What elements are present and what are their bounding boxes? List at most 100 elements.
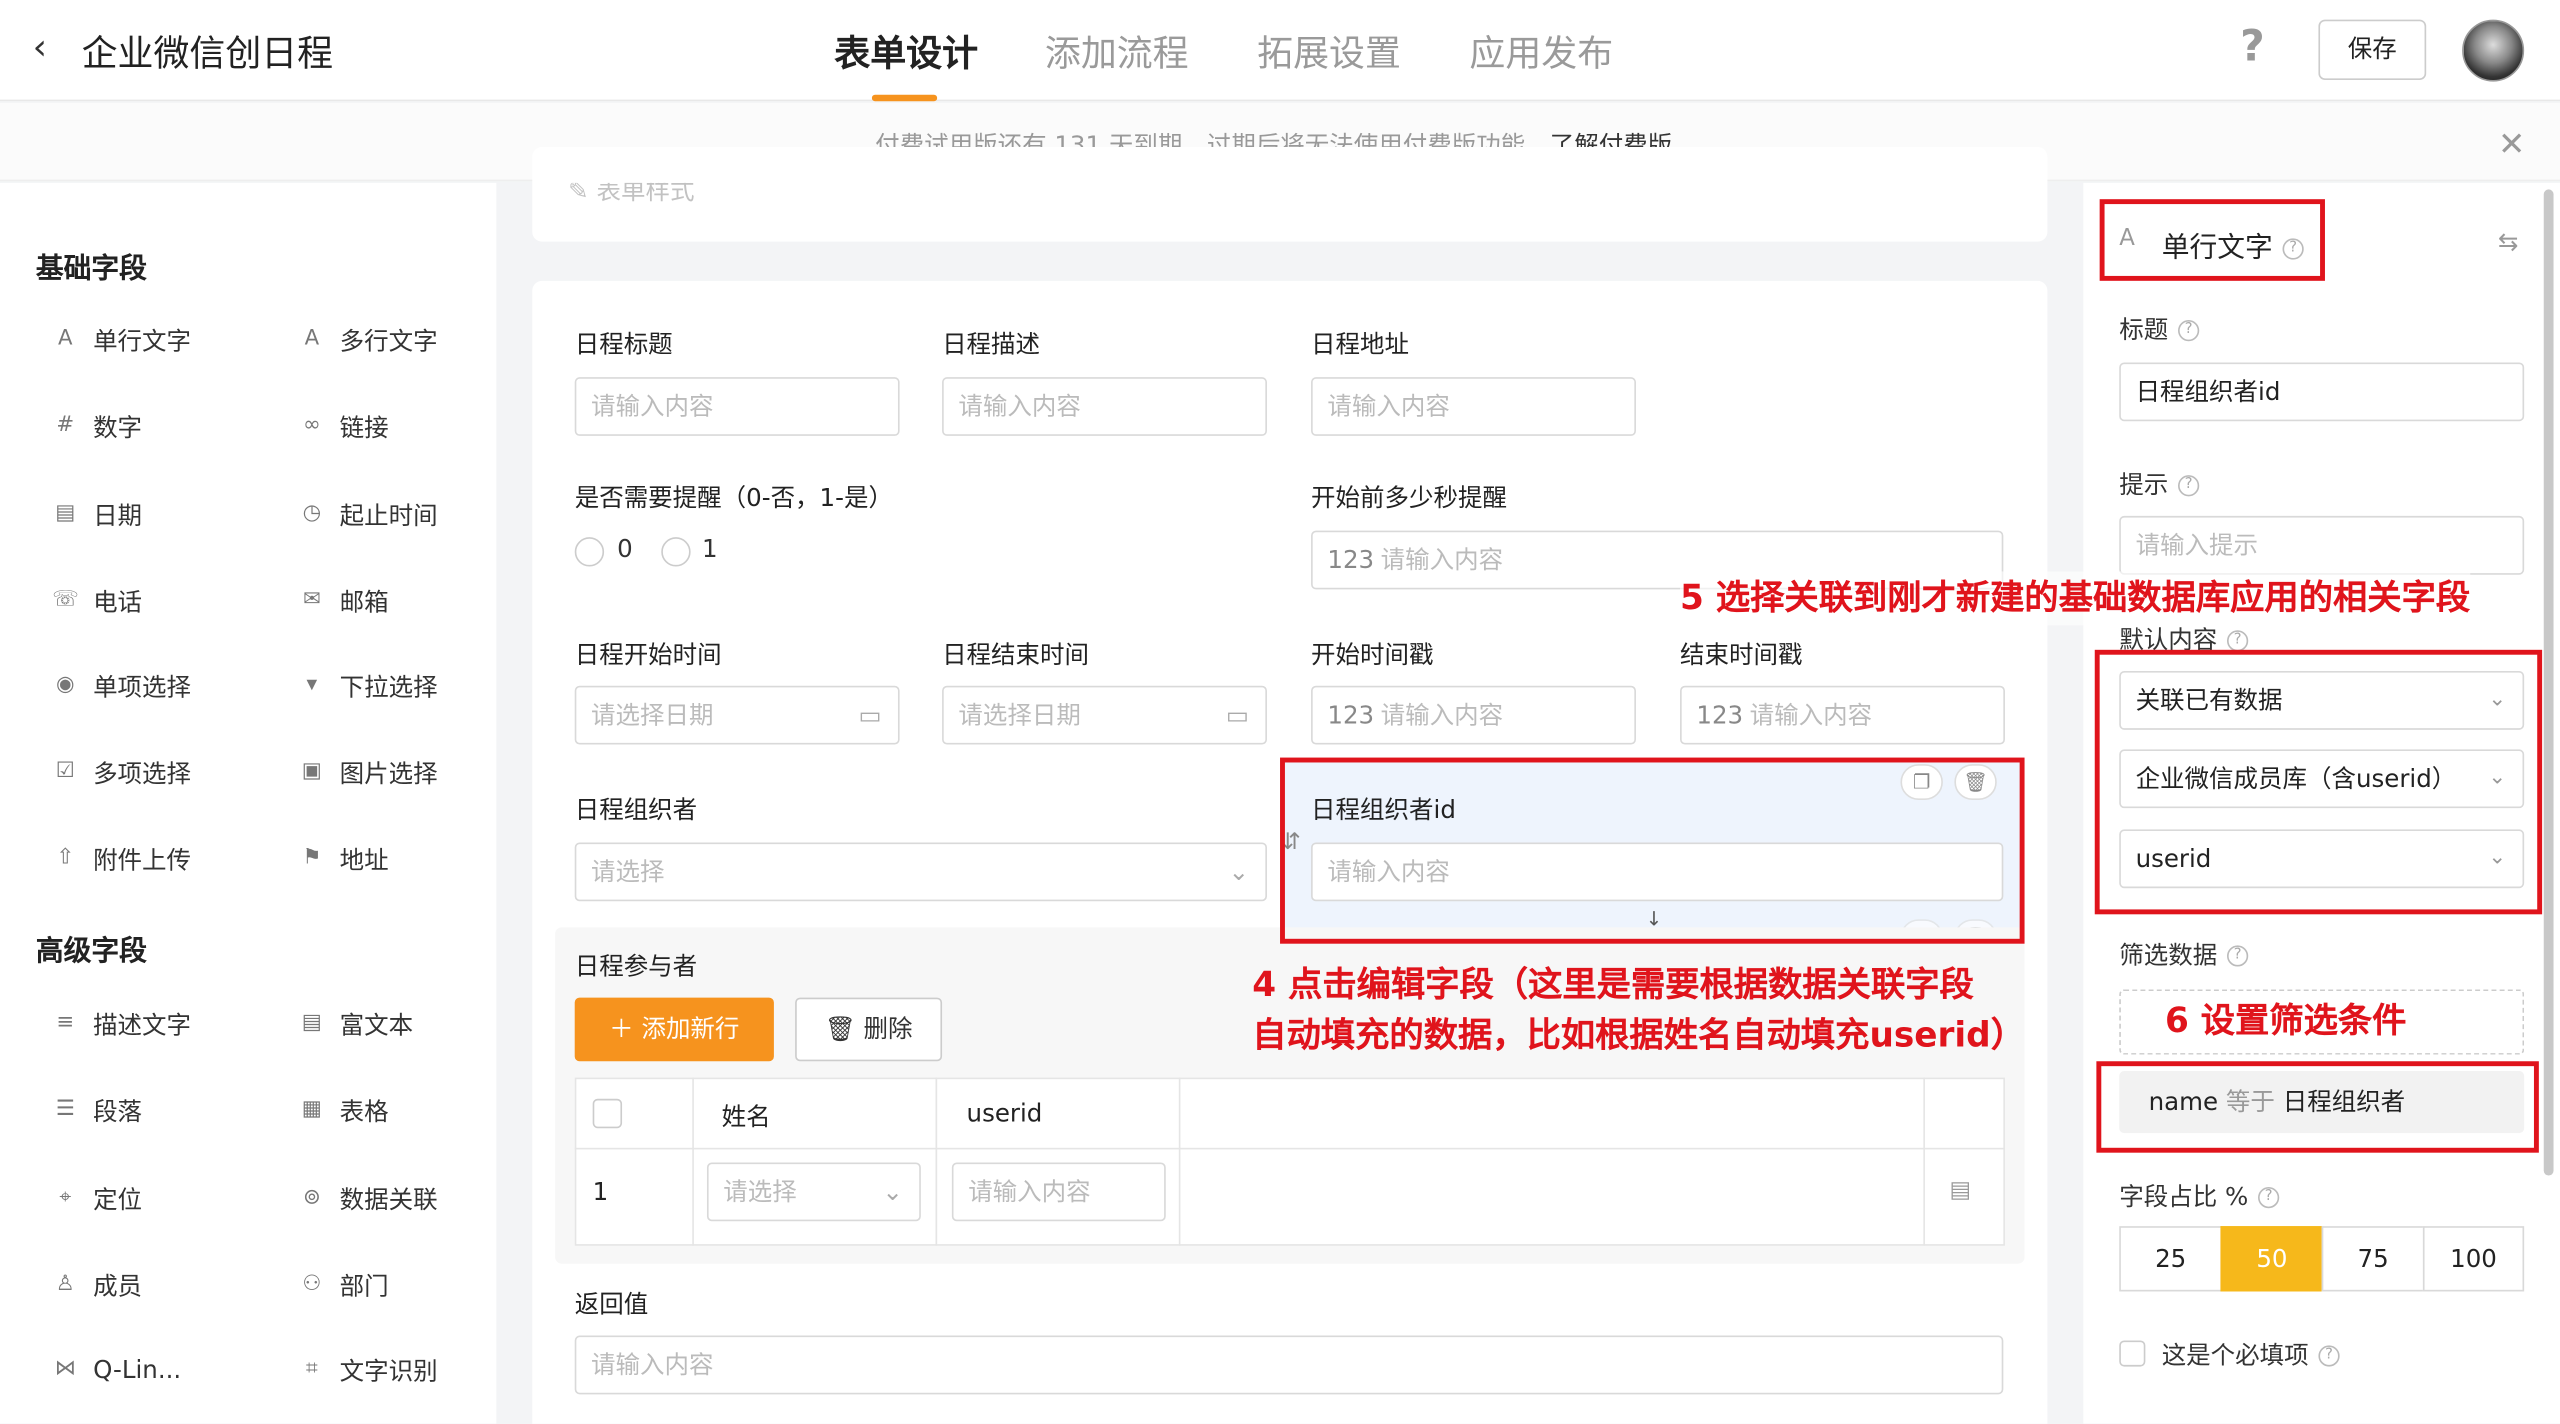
- palette-item-label: 图片选择: [339, 758, 438, 788]
- table-icon: ▦: [301, 1097, 322, 1122]
- annotation-step5: 5 选择关联到刚才新建的基础数据库应用的相关字段: [1680, 571, 2471, 626]
- calendar-icon: ▭: [858, 700, 882, 730]
- field-label-address: 日程地址: [1311, 329, 1410, 360]
- remind-option-1: 1: [702, 533, 718, 564]
- remind-radio-1[interactable]: [661, 537, 691, 567]
- palette-item-number[interactable]: # 数字: [52, 408, 142, 444]
- field-label-participants: 日程参与者: [574, 951, 698, 982]
- palette-item-rich-text[interactable]: ▤ 富文本: [299, 1006, 413, 1042]
- table-divider: [574, 1147, 2005, 1150]
- prop-hint-label: 提示?: [2119, 467, 2200, 501]
- select-all-checkbox[interactable]: [592, 1098, 623, 1129]
- palette-item-link[interactable]: ∞ 链接: [299, 408, 389, 444]
- palette-item-address[interactable]: ⚑ 地址: [299, 841, 389, 877]
- number-icon: 123: [1327, 545, 1375, 575]
- ocr-icon: ⌗: [305, 1356, 318, 1382]
- palette-item-paragraph[interactable]: ☰ 段落: [52, 1092, 142, 1128]
- radio-icon: ◉: [56, 672, 75, 698]
- row-name-select[interactable]: 请选择 ⌄: [706, 1162, 921, 1222]
- start-timestamp-input[interactable]: 123 请输入内容: [1311, 685, 1636, 745]
- save-button[interactable]: 保存: [2318, 19, 2427, 81]
- number-icon: 123: [1696, 700, 1744, 730]
- delete-row-button[interactable]: 🗑 删除: [795, 997, 943, 1062]
- palette-item-table[interactable]: ▦ 表格: [299, 1092, 389, 1128]
- organizer-select[interactable]: 请选择 ⌄: [574, 842, 1267, 902]
- palette-item-member[interactable]: ♙ 成员: [52, 1267, 142, 1303]
- field-label-desc: 日程描述: [942, 329, 1041, 360]
- palette-item-radio[interactable]: ◉ 单项选择: [52, 668, 191, 704]
- row-edit-icon[interactable]: ▤: [1949, 1177, 1971, 1203]
- multi-line-text-icon: A: [304, 326, 320, 352]
- palette-item-label: 附件上传: [93, 844, 192, 875]
- advanced-fields-title: 高级字段: [35, 935, 147, 969]
- return-value-input[interactable]: 请输入内容: [574, 1335, 2004, 1395]
- ratio-25-button[interactable]: 25: [2119, 1226, 2223, 1292]
- ratio-100-button[interactable]: 100: [2422, 1226, 2525, 1292]
- help-circle-icon: ?: [2258, 1186, 2280, 1209]
- palette-item-label: 成员: [93, 1271, 143, 1301]
- active-tab-indicator: [871, 94, 938, 102]
- start-date-picker[interactable]: 请选择日期 ▭: [574, 685, 900, 745]
- title-input[interactable]: 请输入内容: [574, 377, 900, 436]
- palette-item-email[interactable]: ✉ 邮箱: [299, 583, 389, 619]
- tab-form-design[interactable]: 表单设计: [834, 24, 978, 76]
- palette-item-location[interactable]: ⌖ 定位: [52, 1180, 142, 1216]
- palette-item-department[interactable]: ⚇ 部门: [299, 1267, 388, 1303]
- help-icon[interactable]: ?: [2240, 23, 2276, 72]
- palette-item-label: 地址: [339, 844, 389, 875]
- remind-radio-0[interactable]: [574, 537, 605, 567]
- palette-item-upload[interactable]: ⇧ 附件上传: [52, 841, 191, 877]
- prop-filter-text: 筛选数据: [2119, 940, 2218, 970]
- ratio-50-button[interactable]: 50: [2220, 1226, 2324, 1292]
- tab-extension-settings[interactable]: 拓展设置: [1257, 24, 1401, 76]
- palette-item-time-range[interactable]: ◷ 起止时间: [299, 496, 438, 532]
- back-chevron-icon[interactable]: ‹: [33, 29, 69, 68]
- tab-app-publish[interactable]: 应用发布: [1469, 24, 1613, 76]
- palette-item-date[interactable]: ▤ 日期: [52, 496, 142, 532]
- desc-input[interactable]: 请输入内容: [942, 377, 1267, 436]
- palette-item-description[interactable]: ≡ 描述文字: [52, 1006, 191, 1042]
- annotation-box-field-type: [2099, 199, 2325, 281]
- q-link-icon: ⋈: [54, 1356, 76, 1382]
- close-icon[interactable]: ✕: [2498, 124, 2525, 163]
- form-style-card: [532, 146, 2048, 242]
- add-row-button[interactable]: ＋ 添加新行: [574, 997, 774, 1062]
- palette-item-dropdown[interactable]: ▾ 下拉选择: [299, 668, 438, 704]
- palette-item-multi-line-text[interactable]: A 多行文字: [299, 322, 438, 358]
- palette-item-ocr[interactable]: ⌗ 文字识别: [299, 1352, 438, 1388]
- end-timestamp-input[interactable]: 123 请输入内容: [1680, 685, 2005, 745]
- address-icon: ⚑: [302, 845, 322, 871]
- link-icon: ∞: [302, 413, 321, 438]
- palette-item-label: 段落: [93, 1096, 143, 1126]
- palette-item-label: 邮箱: [339, 586, 389, 617]
- palette-item-data-link[interactable]: ⊚ 数据关联: [299, 1180, 438, 1216]
- column-header-name: 姓名: [721, 1102, 771, 1132]
- palette-item-single-line-text[interactable]: A 单行文字: [52, 322, 191, 358]
- field-label-end-timestamp: 结束时间戳: [1680, 640, 1803, 670]
- ratio-75-button[interactable]: 75: [2321, 1226, 2425, 1292]
- tab-add-process[interactable]: 添加流程: [1045, 24, 1189, 76]
- palette-item-q-link[interactable]: ⋈ Q-Lin...: [52, 1352, 182, 1388]
- palette-item-checkbox[interactable]: ☑ 多项选择: [52, 754, 191, 790]
- trash-icon: 🗑: [824, 1013, 864, 1044]
- palette-item-label: 多行文字: [339, 325, 438, 356]
- palette-item-label: 表格: [339, 1096, 389, 1126]
- number-icon: #: [56, 413, 75, 438]
- image-select-icon: ▣: [301, 759, 322, 784]
- prop-hint-input[interactable]: 请输入提示: [2119, 515, 2525, 575]
- prop-title-input[interactable]: 日程组织者id: [2119, 362, 2525, 422]
- panel-scrollbar[interactable]: [2543, 189, 2554, 1176]
- address-input[interactable]: 请输入内容: [1311, 377, 1636, 436]
- organizer-placeholder: 请选择: [591, 857, 665, 887]
- annotation-step4-line2: 自动填充的数据，比如根据姓名自动填充userid）: [1252, 1015, 2026, 1055]
- palette-item-phone[interactable]: ☏ 电话: [52, 583, 142, 619]
- palette-item-label: 富文本: [339, 1009, 414, 1040]
- required-checkbox[interactable]: [2119, 1340, 2146, 1367]
- avatar[interactable]: [2462, 19, 2525, 82]
- palette-item-image-select[interactable]: ▣ 图片选择: [299, 754, 438, 790]
- end-date-picker[interactable]: 请选择日期 ▭: [942, 685, 1267, 745]
- switch-type-icon[interactable]: ⇆: [2498, 227, 2519, 256]
- palette-item-label: 下拉选择: [339, 671, 438, 702]
- row-userid-input[interactable]: 请输入内容: [951, 1162, 1166, 1222]
- palette-item-label: 描述文字: [93, 1009, 192, 1040]
